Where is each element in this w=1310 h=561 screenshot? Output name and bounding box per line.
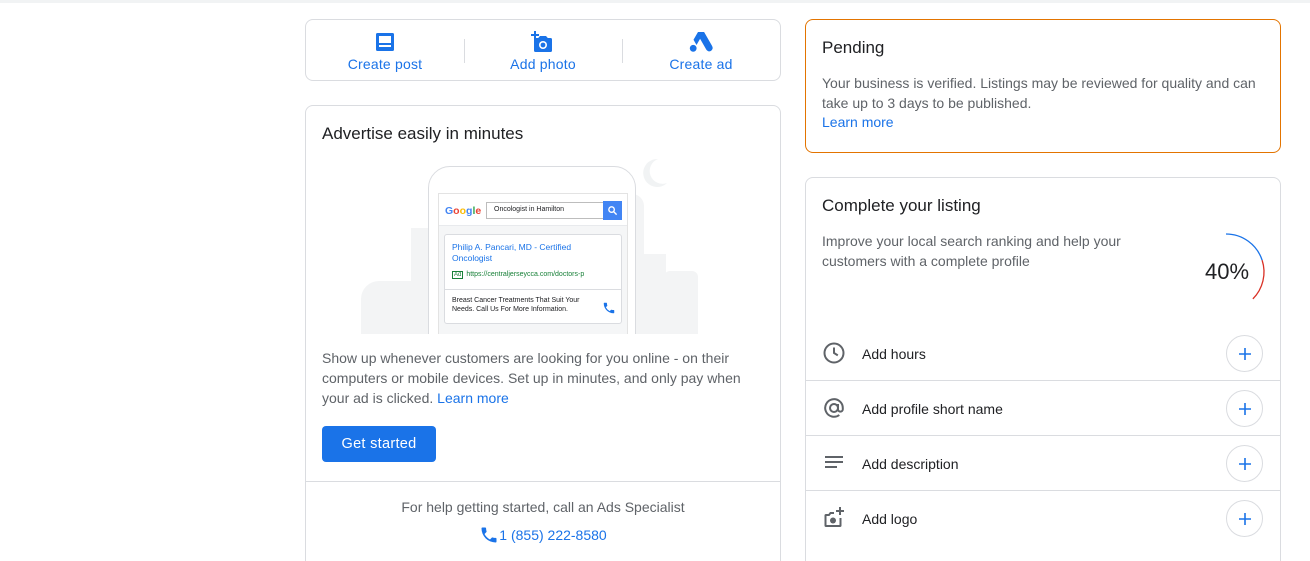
phone-mockup: Google Oncologist in Hamilton Philip A. … [428, 166, 636, 334]
at-sign-icon [822, 396, 846, 420]
add-hours-row[interactable]: Add hours [806, 326, 1280, 381]
create-post-button[interactable]: Create post [306, 20, 464, 80]
top-divider [0, 0, 1310, 3]
moon-icon [643, 158, 667, 187]
plus-icon [1238, 402, 1251, 415]
mock-ad-url: https://centraljerseycca.com/doctors-p [466, 271, 585, 278]
advertise-title: Advertise easily in minutes [322, 124, 524, 143]
clock-icon [822, 341, 846, 365]
add-description-button[interactable] [1226, 445, 1263, 482]
phone-screen: Google Oncologist in Hamilton Philip A. … [438, 193, 628, 334]
mock-ad-badge: Ad [452, 271, 464, 279]
add-description-label: Add description [862, 455, 959, 472]
add-logo-row[interactable]: Add logo [806, 491, 1280, 546]
add-logo-button[interactable] [1226, 500, 1263, 537]
google-ads-icon [689, 30, 713, 54]
complete-listing-card: Complete your listing Improve your local… [805, 177, 1281, 561]
ads-specialist-phone-link[interactable]: 1 (855) 222-8580 [306, 525, 780, 545]
plus-icon [1238, 457, 1251, 470]
add-short-name-label: Add profile short name [862, 400, 1003, 417]
create-post-label: Create post [347, 56, 423, 72]
add-hours-label: Add hours [862, 345, 926, 362]
add-photo-button[interactable]: Add photo [464, 20, 622, 80]
complete-listing-title: Complete your listing [822, 196, 981, 215]
description-icon [822, 451, 846, 475]
plus-icon [1238, 347, 1251, 360]
ads-help-text: For help getting started, call an Ads Sp… [401, 499, 685, 515]
ad-preview-illustration: Google Oncologist in Hamilton Philip A. … [346, 156, 746, 334]
advertise-learn-more-link[interactable]: Learn more [437, 390, 509, 406]
add-description-row[interactable]: Add description [806, 436, 1280, 491]
pending-title: Pending [822, 38, 885, 57]
google-logo: Google [445, 205, 482, 217]
add-photo-label: Add photo [510, 56, 576, 72]
plus-icon [1238, 512, 1251, 525]
search-bar-mock: Google Oncologist in Hamilton [439, 194, 627, 226]
add-photo-icon [531, 30, 555, 54]
mock-phone-icon [603, 302, 615, 314]
profile-progress-ring: 40% [1184, 230, 1268, 314]
profile-progress-percent: 40% [1204, 259, 1250, 284]
advertise-divider [306, 481, 780, 482]
add-logo-label: Add logo [862, 510, 918, 527]
create-ad-button[interactable]: Create ad [622, 20, 780, 80]
add-hours-button[interactable] [1226, 335, 1263, 372]
mock-ad-headline: Philip A. Pancari, MD - Certified Oncolo… [452, 242, 572, 263]
advertise-body-text: Show up whenever customers are looking f… [322, 350, 741, 406]
mock-search-query: Oncologist in Hamilton [486, 202, 604, 219]
pending-learn-more-link[interactable]: Learn more [822, 114, 894, 130]
complete-listing-text: Improve your local search ranking and he… [822, 233, 1121, 269]
quick-actions-bar: Create post Add photo Create ad [305, 19, 781, 81]
advertise-description: Show up whenever customers are looking f… [322, 348, 762, 408]
mock-ad-result: Philip A. Pancari, MD - Certified Oncolo… [444, 234, 622, 324]
add-short-name-row[interactable]: Add profile short name [806, 381, 1280, 436]
mock-ad-url-line: Ad https://centraljerseycca.com/doctors-p [452, 271, 584, 279]
get-started-button[interactable]: Get started [322, 426, 436, 462]
ads-specialist-phone-number: 1 (855) 222-8580 [499, 527, 607, 543]
create-ad-label: Create ad [669, 56, 733, 72]
pending-card: Pending Your business is verified. Listi… [805, 19, 1281, 153]
mock-search-icon [603, 201, 622, 220]
mock-ad-description: Breast Cancer Treatments That Suit Your … [452, 297, 580, 313]
add-short-name-button[interactable] [1226, 390, 1263, 427]
add-logo-icon [822, 506, 846, 530]
post-icon [373, 30, 397, 54]
pending-text: Your business is verified. Listings may … [822, 75, 1256, 111]
phone-icon [481, 527, 497, 543]
advertise-card: Advertise easily in minutes Google Oncol… [305, 105, 781, 561]
